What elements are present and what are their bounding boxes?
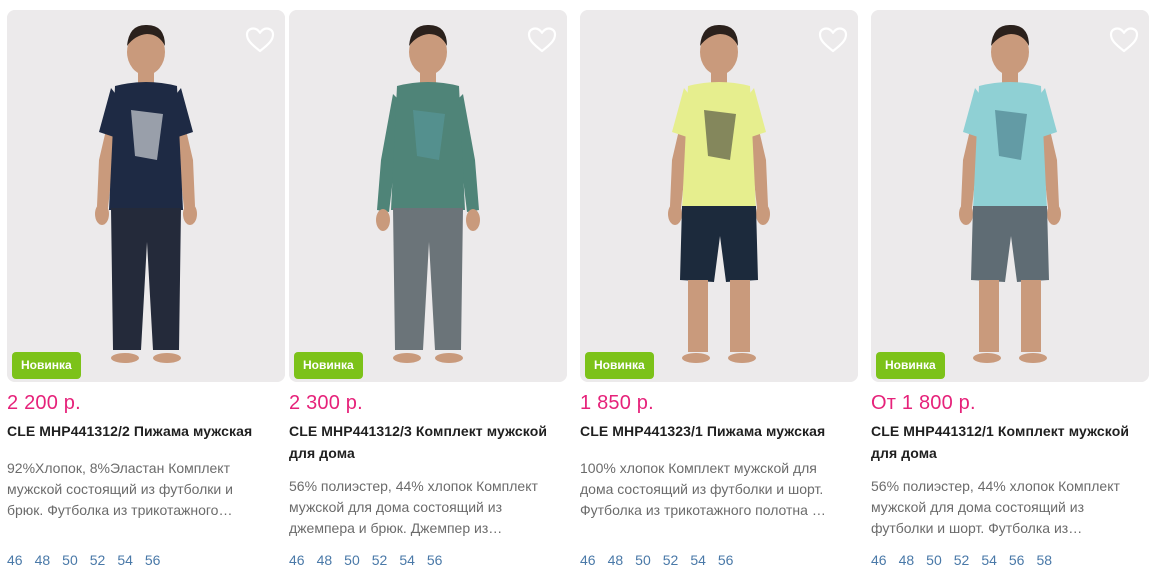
product-title-line[interactable]: для дома [871, 442, 1149, 464]
heart-icon[interactable] [1109, 26, 1141, 56]
product-description: 92%Хлопок, 8%Эластан Комплект мужской сос… [7, 458, 285, 521]
description-line: 56% полиэстер, 44% хлопок Комплект [289, 478, 538, 494]
size-option[interactable]: 56 [427, 552, 443, 568]
product-title[interactable]: CLE МНР441312/3 Комплект мужской для дома [289, 420, 567, 476]
heart-icon[interactable] [818, 26, 850, 56]
description-line: 56% полиэстер, 44% хлопок Комплект [871, 478, 1120, 494]
new-badge: Новинка [12, 352, 81, 379]
size-option[interactable]: 50 [635, 552, 651, 568]
product-description: 56% полиэстер, 44% хлопок Комплект мужско… [289, 476, 567, 539]
product-title[interactable]: CLE МНР441312/2 Пижама мужская [7, 420, 285, 458]
size-option[interactable]: 48 [899, 552, 915, 568]
product-title-line[interactable]: CLE МНР441312/1 Комплект мужской [871, 420, 1149, 442]
size-option[interactable]: 50 [926, 552, 942, 568]
size-option[interactable]: 56 [145, 552, 161, 568]
new-badge: Новинка [876, 352, 945, 379]
product-card[interactable]: Новинка 2 300 р. CLE МНР441312/3 Комплект … [289, 10, 567, 582]
size-option[interactable]: 56 [718, 552, 734, 568]
product-title-line[interactable]: CLE МНР441323/1 Пижама мужская [580, 420, 858, 442]
product-description: 56% полиэстер, 44% хлопок Комплект мужско… [871, 476, 1149, 539]
product-card[interactable]: Новинка 2 200 р. CLE МНР441312/2 Пижама му… [7, 10, 285, 582]
product-price: 1 850 р. [580, 392, 654, 414]
product-description: 100% хлопок Комплект мужской для дома сос… [580, 458, 858, 521]
product-price: От 1 800 р. [871, 392, 976, 414]
product-card[interactable]: Новинка От 1 800 р. CLE МНР441312/1 Компле… [871, 10, 1149, 582]
description-line: джемпера и брюк. Джемпер из… [289, 520, 503, 536]
product-title[interactable]: CLE МНР441312/1 Комплект мужской для дома [871, 420, 1149, 476]
size-option[interactable]: 52 [372, 552, 388, 568]
size-option[interactable]: 54 [690, 552, 706, 568]
size-option[interactable]: 56 [1009, 552, 1025, 568]
size-option[interactable]: 48 [317, 552, 333, 568]
size-option[interactable]: 46 [7, 552, 23, 568]
new-badge: Новинка [294, 352, 363, 379]
product-image[interactable]: Новинка [871, 10, 1149, 382]
description-line: мужской состоящий из футболки и [7, 481, 233, 497]
heart-icon[interactable] [245, 26, 277, 56]
size-option[interactable]: 54 [981, 552, 997, 568]
size-option[interactable]: 54 [399, 552, 415, 568]
size-list: 46 48 50 52 54 56 [580, 552, 745, 568]
description-line: Футболка из трикотажного полотна … [580, 502, 826, 518]
size-option[interactable]: 58 [1036, 552, 1052, 568]
size-option[interactable]: 50 [62, 552, 78, 568]
description-line: дома состоящий из футболки и шорт. [580, 481, 824, 497]
description-line: брюк. Футболка из трикотажного… [7, 502, 233, 518]
size-option[interactable]: 52 [954, 552, 970, 568]
product-card[interactable]: Новинка 1 850 р. CLE МНР441323/1 Пижама му… [580, 10, 858, 582]
size-option[interactable]: 46 [580, 552, 596, 568]
size-option[interactable]: 48 [608, 552, 624, 568]
size-list: 46 48 50 52 54 56 [289, 552, 454, 568]
product-grid: Новинка 2 200 р. CLE МНР441312/2 Пижама му… [0, 0, 1158, 582]
size-option[interactable]: 54 [117, 552, 133, 568]
size-option[interactable]: 52 [663, 552, 679, 568]
size-list: 46 48 50 52 54 56 58 [871, 552, 1064, 568]
size-option[interactable]: 50 [344, 552, 360, 568]
size-option[interactable]: 52 [90, 552, 106, 568]
product-title-line[interactable]: для дома [289, 442, 567, 464]
product-image[interactable]: Новинка [289, 10, 567, 382]
product-price: 2 200 р. [7, 392, 81, 414]
description-line: 92%Хлопок, 8%Эластан Комплект [7, 460, 230, 476]
description-line: 100% хлопок Комплект мужской для [580, 460, 817, 476]
new-badge: Новинка [585, 352, 654, 379]
size-option[interactable]: 46 [289, 552, 305, 568]
product-title-line[interactable]: CLE МНР441312/2 Пижама мужская [7, 420, 285, 442]
heart-icon[interactable] [527, 26, 559, 56]
product-price: 2 300 р. [289, 392, 363, 414]
size-list: 46 48 50 52 54 56 [7, 552, 172, 568]
product-image[interactable]: Новинка [7, 10, 285, 382]
description-line: мужской для дома состоящий из [289, 499, 503, 515]
size-option[interactable]: 48 [35, 552, 51, 568]
product-image[interactable]: Новинка [580, 10, 858, 382]
product-title[interactable]: CLE МНР441323/1 Пижама мужская [580, 420, 858, 458]
size-option[interactable]: 46 [871, 552, 887, 568]
description-line: футболки и шорт. Футболка из… [871, 520, 1083, 536]
description-line: мужской для дома состоящий из [871, 499, 1085, 515]
product-title-line[interactable]: CLE МНР441312/3 Комплект мужской [289, 420, 567, 442]
